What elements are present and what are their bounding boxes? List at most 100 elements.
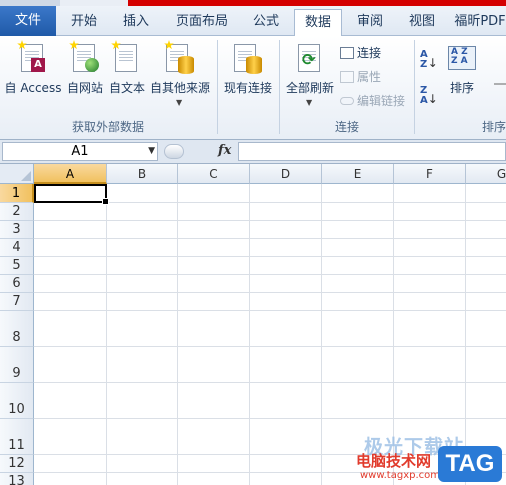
gridline: [34, 418, 506, 419]
properties-label: 属性: [357, 70, 382, 84]
sort-descending-button[interactable]: Z A↓: [420, 85, 438, 107]
column-header[interactable]: B: [107, 164, 178, 184]
gridline: [393, 184, 394, 485]
sort-ascending-button[interactable]: A Z↓: [420, 49, 438, 71]
row-header[interactable]: 8: [0, 311, 34, 347]
gridline: [34, 256, 506, 257]
group-label-connections: 连接: [334, 120, 359, 134]
connections-label: 连接: [357, 46, 382, 60]
edit-links-button[interactable]: 编辑链接: [340, 92, 405, 110]
properties-icon: [340, 71, 354, 83]
gridline: [34, 472, 506, 473]
row-header[interactable]: 7: [0, 293, 34, 311]
tab-view[interactable]: 视图: [398, 9, 446, 36]
from-access-button[interactable]: A 自 Access: [2, 38, 64, 110]
gridline: [249, 184, 250, 485]
column-header[interactable]: F: [394, 164, 466, 184]
row-number: 11: [8, 438, 25, 453]
tab-data[interactable]: 数据: [294, 9, 342, 37]
existing-connections-button[interactable]: 现有连接: [220, 38, 276, 110]
chevron-down-icon[interactable]: ▼: [148, 143, 155, 160]
gridline: [34, 382, 506, 383]
tab-home[interactable]: 开始: [60, 9, 108, 36]
filter-icon: ⎺: [494, 82, 506, 96]
row-number: 6: [12, 276, 21, 291]
group-divider: [414, 40, 415, 134]
sort-za-icon: ZA: [420, 85, 428, 106]
filter-button[interactable]: ⎺: [494, 80, 506, 98]
properties-button[interactable]: 属性: [340, 68, 381, 86]
row-number: 9: [12, 366, 21, 381]
formula-input[interactable]: [238, 142, 506, 161]
access-icon: A: [17, 40, 49, 74]
gridline: [34, 292, 506, 293]
column-header[interactable]: C: [178, 164, 250, 184]
group-divider: [279, 40, 280, 134]
row-header[interactable]: 10: [0, 383, 34, 419]
web-icon: [69, 40, 101, 74]
gridline: [465, 184, 466, 485]
sort-button[interactable]: A ZZ A 排序: [444, 38, 480, 110]
row-header[interactable]: 1: [0, 184, 34, 203]
existing-connections-icon: [232, 40, 264, 74]
column-header[interactable]: G: [466, 164, 506, 184]
edit-links-label: 编辑链接: [357, 94, 406, 108]
connections-button[interactable]: 连接: [340, 44, 381, 62]
gridline: [321, 184, 322, 485]
select-all-corner[interactable]: [0, 164, 34, 184]
chevron-down-icon: ▼: [176, 98, 183, 107]
row-number: 7: [12, 294, 21, 309]
row-number: 5: [12, 258, 21, 273]
tab-review[interactable]: 审阅: [346, 9, 394, 36]
name-box-value: A1: [71, 144, 89, 159]
row-header[interactable]: 2: [0, 203, 34, 221]
chevron-down-icon: ▼: [306, 98, 313, 107]
gridline: [34, 238, 506, 239]
column-header[interactable]: E: [322, 164, 394, 184]
column-header[interactable]: A: [34, 164, 107, 184]
gridline: [34, 346, 506, 347]
row-number: 12: [8, 456, 25, 471]
sort-az-icon: AZ: [420, 49, 428, 70]
text-file-icon: [111, 40, 143, 74]
row-header[interactable]: 4: [0, 239, 34, 257]
formula-bar: A1 ▼ fx: [0, 140, 506, 164]
row-number: 2: [12, 204, 21, 219]
ribbon-data: A 自 Access 自网站 自文本 自其他来源 ▼ 获取外部数据 现有连接 ⟳…: [0, 36, 506, 140]
group-divider: [217, 40, 218, 134]
tab-foxit-pdf[interactable]: 福昕PDF: [450, 9, 506, 36]
from-other-sources-button[interactable]: 自其他来源 ▼: [148, 38, 212, 110]
worksheet-grid[interactable]: A B C D E F G 1 2 3 4 5 6 7 8 9 10 11 12…: [0, 164, 506, 485]
tab-formulas[interactable]: 公式: [242, 9, 290, 36]
row-number: 10: [8, 402, 25, 417]
row-header[interactable]: 6: [0, 275, 34, 293]
tab-page-layout[interactable]: 页面布局: [166, 9, 238, 36]
gridline: [34, 220, 506, 221]
formula-bar-resize-handle[interactable]: [164, 144, 184, 159]
gridline: [34, 454, 506, 455]
group-label-sort: 排序: [481, 120, 506, 134]
row-header[interactable]: 9: [0, 347, 34, 383]
gridline: [34, 310, 506, 311]
row-number: 3: [12, 222, 21, 237]
other-sources-icon: [164, 40, 196, 74]
from-web-button[interactable]: 自网站: [64, 38, 106, 110]
from-other-sources-label: 自其他来源: [149, 81, 210, 95]
row-header[interactable]: 11: [0, 419, 34, 455]
link-icon: [340, 97, 354, 105]
refresh-all-button[interactable]: ⟳ 全部刷新 ▼: [282, 38, 338, 110]
insert-function-icon[interactable]: fx: [218, 143, 231, 158]
row-header[interactable]: 12: [0, 455, 34, 473]
name-box[interactable]: A1 ▼: [2, 142, 158, 161]
row-number: 4: [12, 240, 21, 255]
from-text-button[interactable]: 自文本: [106, 38, 148, 110]
active-cell-a1[interactable]: [34, 184, 109, 205]
tab-insert[interactable]: 插入: [112, 9, 160, 36]
tab-file[interactable]: 文件: [0, 6, 56, 36]
gridline: [34, 274, 506, 275]
column-header[interactable]: D: [250, 164, 322, 184]
from-text-label: 自文本: [108, 81, 145, 95]
row-header[interactable]: 13: [0, 473, 34, 485]
row-header[interactable]: 5: [0, 257, 34, 275]
row-header[interactable]: 3: [0, 221, 34, 239]
